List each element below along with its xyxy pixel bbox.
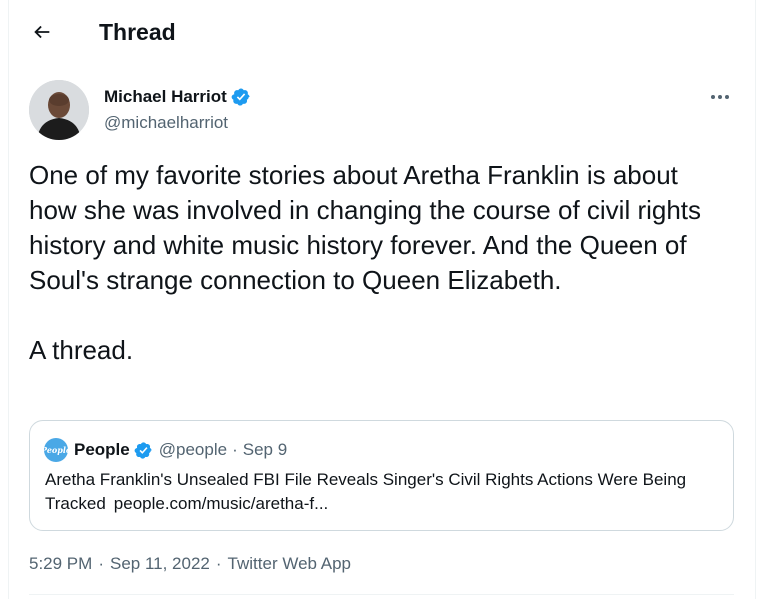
separator-dot: · bbox=[98, 554, 104, 573]
separator-dot: · bbox=[232, 440, 238, 459]
quoted-avatar: People bbox=[41, 438, 71, 462]
quoted-tweet-body: Aretha Franklin's Unsealed FBI File Reve… bbox=[45, 468, 715, 516]
quoted-tweet-header: People People @people · Sep 9 bbox=[41, 438, 288, 462]
verified-badge-icon bbox=[231, 88, 250, 106]
quoted-author-name: People bbox=[74, 440, 130, 459]
more-horizontal-icon bbox=[711, 95, 729, 99]
author-block: Michael Harriot @michaelharriot bbox=[104, 86, 251, 134]
divider bbox=[29, 594, 734, 595]
thread-header: Thread bbox=[9, 0, 755, 64]
tweet-date[interactable]: Sep 11, 2022 bbox=[110, 554, 210, 574]
thread-container: Thread Michael Harriot @michaelharriot O… bbox=[8, 0, 756, 599]
quoted-link[interactable]: people.com/music/aretha-f... bbox=[114, 494, 328, 513]
tweet-paragraph: A thread. bbox=[29, 335, 134, 365]
page-title: Thread bbox=[99, 19, 176, 45]
quoted-date: Sep 9 bbox=[242, 440, 288, 459]
avatar[interactable] bbox=[29, 80, 89, 140]
tweet-text: One of my favorite stories about Aretha … bbox=[29, 158, 729, 368]
verified-badge-icon bbox=[134, 441, 152, 459]
tweet-source[interactable]: Twitter Web App bbox=[228, 554, 351, 574]
separator-dot: · bbox=[215, 554, 222, 573]
arrow-left-icon bbox=[34, 25, 50, 39]
tweet-paragraph: One of my favorite stories about Aretha … bbox=[29, 160, 702, 295]
author-name[interactable]: Michael Harriot bbox=[104, 86, 227, 108]
back-button[interactable] bbox=[27, 17, 57, 47]
more-button[interactable] bbox=[705, 86, 735, 108]
tweet-metadata: 5:29 PM · Sep 11, 2022 · Twitter Web App bbox=[29, 554, 351, 574]
quoted-tweet[interactable]: People People @people · Sep 9 Aretha Fra… bbox=[29, 420, 734, 531]
author-handle[interactable]: @michaelharriot bbox=[104, 112, 251, 134]
quoted-author-handle: @people bbox=[158, 440, 228, 459]
profile-photo-icon bbox=[29, 80, 89, 140]
tweet-time[interactable]: 5:29 PM bbox=[29, 554, 92, 574]
